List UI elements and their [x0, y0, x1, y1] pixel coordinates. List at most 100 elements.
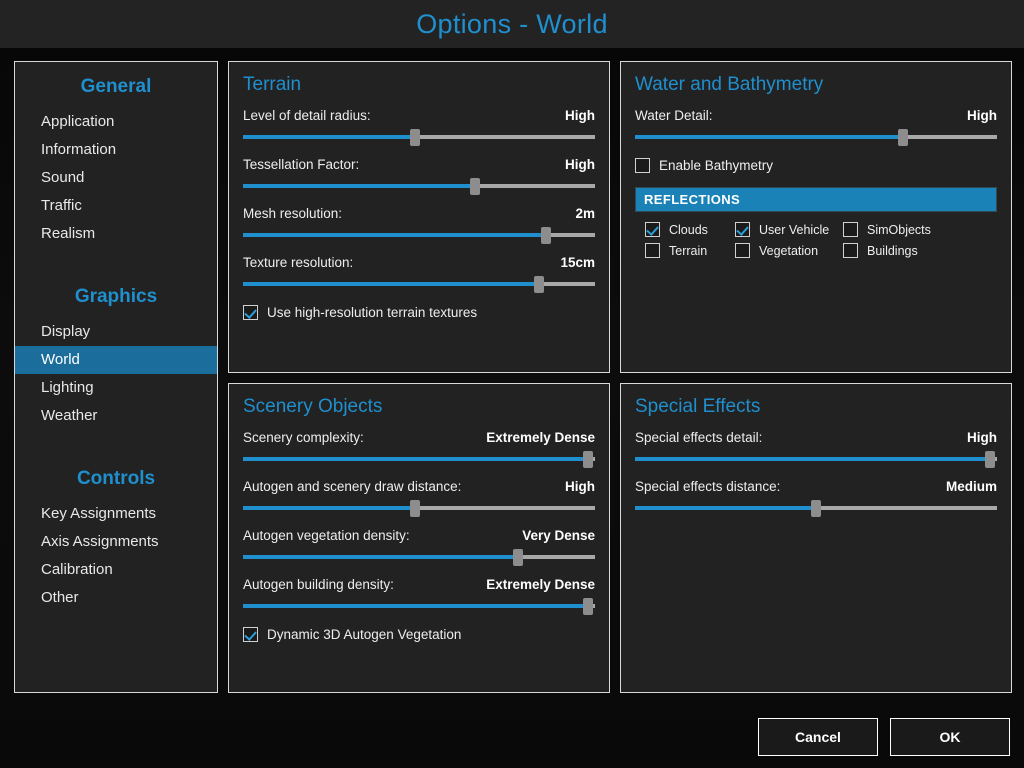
slider-label: Tessellation Factor: — [243, 157, 360, 172]
footer-buttons: Cancel OK — [758, 718, 1010, 756]
reflection-checkbox-vegetation[interactable]: Vegetation — [735, 243, 843, 258]
slider-control[interactable] — [243, 451, 595, 468]
panel-title-terrain: Terrain — [243, 74, 302, 95]
sidebar-item-traffic[interactable]: Traffic — [15, 192, 217, 220]
slider-label: Autogen vegetation density: — [243, 528, 410, 543]
slider-control[interactable] — [243, 598, 595, 615]
slider-control[interactable] — [635, 129, 997, 146]
slider-thumb[interactable] — [582, 451, 593, 468]
slider-control[interactable] — [243, 227, 595, 244]
checkbox-label: User Vehicle — [759, 222, 830, 237]
checkbox-enable-bathymetry[interactable]: Enable Bathymetry — [635, 158, 997, 173]
sidebar-item-realism[interactable]: Realism — [15, 220, 217, 248]
cancel-button[interactable]: Cancel — [758, 718, 878, 756]
sidebar-item-key-assignments[interactable]: Key Assignments — [15, 500, 217, 528]
water-slider-list: Water Detail: High — [635, 108, 997, 146]
sidebar-item-information[interactable]: Information — [15, 136, 217, 164]
slider-thumb[interactable] — [897, 129, 908, 146]
effects-slider-list: Special effects detail: High Special effec… — [635, 430, 997, 517]
slider-control[interactable] — [243, 549, 595, 566]
slider-value: 15cm — [560, 255, 595, 270]
sidebar-item-weather[interactable]: Weather — [15, 402, 217, 430]
reflection-checkbox-clouds[interactable]: Clouds — [645, 222, 735, 237]
slider-header: Mesh resolution: 2m — [243, 206, 595, 221]
sidebar-item-display[interactable]: Display — [15, 318, 217, 346]
slider-fill — [243, 604, 588, 608]
slider-label: Scenery complexity: — [243, 430, 364, 445]
panel-terrain: Terrain Level of detail radius: High Tesse… — [228, 61, 610, 373]
slider-fill — [243, 282, 539, 286]
checkbox-label: Enable Bathymetry — [659, 158, 774, 173]
slider-value: High — [967, 430, 997, 445]
slider-fill — [635, 135, 903, 139]
title-bar: Options - World — [0, 0, 1024, 48]
slider-thumb[interactable] — [512, 549, 523, 566]
sidebar-group-spacer — [15, 430, 217, 454]
panel-title-effects: Special Effects — [635, 396, 761, 417]
reflection-checkbox-simobjects[interactable]: SimObjects — [843, 222, 997, 237]
slider-label: Water Detail: — [635, 108, 713, 123]
sidebar-item-lighting[interactable]: Lighting — [15, 374, 217, 402]
checkbox-box-icon[interactable] — [243, 627, 258, 642]
slider-row: Mesh resolution: 2m — [243, 206, 595, 244]
sidebar-item-application[interactable]: Application — [15, 108, 217, 136]
slider-label: Texture resolution: — [243, 255, 354, 270]
slider-thumb[interactable] — [533, 276, 544, 293]
checkbox-box-icon[interactable] — [843, 243, 858, 258]
checkbox-box-icon[interactable] — [735, 222, 750, 237]
slider-control[interactable] — [635, 500, 997, 517]
slider-value: 2m — [575, 206, 595, 221]
sidebar-item-sound[interactable]: Sound — [15, 164, 217, 192]
slider-row: Scenery complexity: Extremely Dense — [243, 430, 595, 468]
ok-button[interactable]: OK — [890, 718, 1010, 756]
slider-row: Special effects distance: Medium — [635, 479, 997, 517]
reflection-checkbox-buildings[interactable]: Buildings — [843, 243, 997, 258]
slider-thumb[interactable] — [410, 129, 421, 146]
slider-control[interactable] — [243, 276, 595, 293]
slider-header: Level of detail radius: High — [243, 108, 595, 123]
sidebar-group-title: Graphics — [74, 286, 158, 307]
slider-thumb[interactable] — [811, 500, 821, 517]
slider-value: High — [565, 108, 595, 123]
sidebar-item-world[interactable]: World — [15, 346, 217, 374]
slider-header: Special effects detail: High — [635, 430, 997, 445]
slider-thumb[interactable] — [984, 451, 995, 468]
checkbox-label: Terrain — [669, 243, 708, 258]
checkbox-box-icon[interactable] — [645, 243, 660, 258]
slider-header: Special effects distance: Medium — [635, 479, 997, 494]
terrain-slider-list: Level of detail radius: High Tessellation … — [243, 108, 595, 293]
slider-label: Level of detail radius: — [243, 108, 371, 123]
slider-label: Special effects detail: — [635, 430, 763, 445]
slider-row: Level of detail radius: High — [243, 108, 595, 146]
slider-control[interactable] — [243, 500, 595, 517]
slider-thumb[interactable] — [470, 178, 481, 195]
slider-fill — [635, 457, 990, 461]
slider-label: Mesh resolution: — [243, 206, 343, 221]
checkbox-box-icon[interactable] — [735, 243, 750, 258]
sidebar-item-calibration[interactable]: Calibration — [15, 556, 217, 584]
slider-thumb[interactable] — [582, 598, 593, 615]
reflection-checkbox-user-vehicle[interactable]: User Vehicle — [735, 222, 843, 237]
slider-value: Extremely Dense — [486, 430, 595, 445]
checkbox-label: Clouds — [669, 222, 708, 237]
slider-header: Tessellation Factor: High — [243, 157, 595, 172]
checkbox-box-icon[interactable] — [635, 158, 650, 173]
sidebar-item-other[interactable]: Other — [15, 584, 217, 612]
slider-row: Autogen vegetation density: Very Dense — [243, 528, 595, 566]
slider-control[interactable] — [635, 451, 997, 468]
checkbox-box-icon[interactable] — [243, 305, 258, 320]
checkbox-box-icon[interactable] — [843, 222, 858, 237]
slider-header: Scenery complexity: Extremely Dense — [243, 430, 595, 445]
slider-row: Texture resolution: 15cm — [243, 255, 595, 293]
panel-special-effects: Special Effects Special effects detail: H… — [620, 383, 1012, 693]
slider-thumb[interactable] — [410, 500, 421, 517]
slider-control[interactable] — [243, 178, 595, 195]
slider-control[interactable] — [243, 129, 595, 146]
slider-thumb[interactable] — [540, 227, 551, 244]
panel-title-water: Water and Bathymetry — [635, 74, 824, 95]
checkbox-box-icon[interactable] — [645, 222, 660, 237]
reflection-checkbox-terrain[interactable]: Terrain — [645, 243, 735, 258]
checkbox-use-high-resolution-terrain-textures[interactable]: Use high-resolution terrain textures — [243, 305, 595, 320]
sidebar-item-axis-assignments[interactable]: Axis Assignments — [15, 528, 217, 556]
checkbox-dynamic-3d-autogen-vegetation[interactable]: Dynamic 3D Autogen Vegetation — [243, 627, 595, 642]
